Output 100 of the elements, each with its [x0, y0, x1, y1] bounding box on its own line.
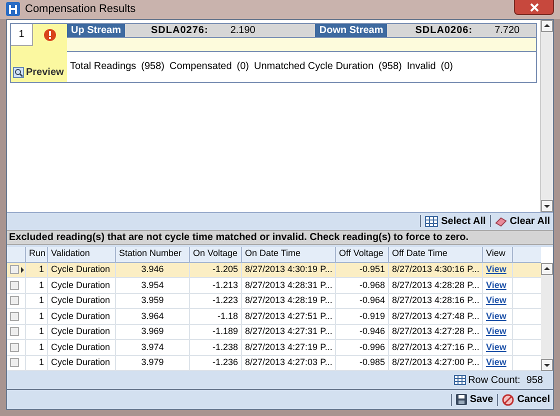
app-icon	[6, 2, 20, 16]
table-cell-text: Cycle Duration	[51, 310, 112, 323]
clear-all-button[interactable]: Clear All	[494, 214, 550, 228]
table-cell-text: 3.964	[140, 310, 165, 322]
close-button[interactable]	[514, 0, 554, 16]
view-link[interactable]: View	[486, 325, 506, 338]
table-cell-text: 8/27/2013 4:28:31 P...	[245, 278, 332, 292]
info-message: Excluded reading(s) that are not cycle time matched or invalid. Check reading(s) to force to zero.	[7, 230, 553, 244]
column-header[interactable]: On Voltage	[190, 246, 242, 262]
table-cell-text: 3.979	[140, 356, 165, 369]
table-cell-text: 8/27/2013 4:30:16 P...	[392, 263, 479, 276]
save-button[interactable]: Save	[456, 392, 494, 407]
table-cell-text: -1.238	[211, 340, 238, 354]
upstream-label: Up Stream	[67, 24, 126, 36]
grid-scrollbar[interactable]	[541, 262, 553, 371]
table-cell-text: 3.974	[140, 340, 165, 354]
vertical-scrollbar[interactable]	[540, 20, 553, 212]
column-header[interactable]: Validation	[48, 246, 116, 262]
alert-icon	[44, 28, 56, 40]
summary-label: Unmatched Cycle Duration	[254, 60, 374, 74]
select-all-button[interactable]: Select All	[425, 214, 486, 228]
table-cell-text: 8/27/2013 4:27:00 P...	[392, 356, 479, 369]
view-link[interactable]: View	[486, 356, 506, 370]
table-cell-text: 1	[38, 278, 44, 292]
table-cell-text: -1.205	[211, 263, 238, 276]
downstream-station: SDLA0206:	[415, 24, 473, 36]
row-count-value: 958	[526, 374, 543, 388]
table-cell-text: 8/27/2013 4:27:03 P...	[245, 356, 332, 369]
table-cell-text: -0.968	[358, 278, 385, 292]
magnifier-icon	[13, 66, 24, 78]
table-cell-text: Cycle Duration	[51, 356, 112, 369]
summary-label: Compensated	[170, 60, 232, 74]
table-cell-text: 1	[38, 340, 44, 354]
summary-count: (0)	[440, 60, 454, 74]
scroll-down-icon[interactable]	[541, 359, 553, 371]
row-checkbox[interactable]	[10, 358, 19, 368]
table-cell-text: Cycle Duration	[51, 263, 112, 276]
table-cell-text: 8/27/2013 4:27:51 P...	[245, 310, 332, 322]
downstream-value: 7.720	[494, 24, 520, 36]
table-cell-text: 8/27/2013 4:27:31 P...	[245, 325, 332, 338]
table-cell-text: 8/27/2013 4:27:16 P...	[392, 340, 479, 354]
preview-button[interactable]: Preview	[11, 64, 67, 82]
scroll-up-icon[interactable]	[541, 262, 553, 274]
row-count-label: Row Count:	[468, 374, 520, 388]
column-header[interactable]: On Date Time	[242, 246, 336, 262]
column-header[interactable]: Off Voltage	[336, 246, 389, 262]
window-title: Compensation Results	[25, 2, 136, 17]
table-cell-text: 1	[38, 310, 44, 322]
table-cell-text: 1	[38, 325, 44, 338]
table-cell-text: Cycle Duration	[51, 278, 112, 292]
table-cell-text: 1	[38, 294, 44, 307]
downstream-label: Down Stream	[315, 24, 388, 36]
table-cell-text: Cycle Duration	[51, 340, 112, 354]
table-cell-text: 3.969	[140, 325, 165, 338]
table-cell-text: -0.919	[358, 310, 385, 322]
cancel-button[interactable]: Cancel	[502, 392, 550, 407]
summary-label: Invalid	[406, 60, 436, 74]
view-link[interactable]: View	[486, 340, 506, 354]
table-cell-text: -0.946	[358, 325, 385, 338]
summary-count: (0)	[236, 60, 250, 74]
row-checkbox[interactable]	[10, 312, 19, 321]
view-link[interactable]: View	[486, 263, 506, 276]
summary-label: Total Readings	[70, 60, 136, 74]
column-header[interactable]: Off Date Time	[389, 246, 483, 262]
summary-count: (958)	[378, 60, 402, 74]
upstream-station: SDLA0276:	[151, 24, 208, 36]
row-checkbox[interactable]	[10, 327, 19, 336]
table-cell-text: Cycle Duration	[51, 325, 112, 338]
table-cell-text: -0.985	[358, 356, 385, 369]
table-cell-text: -0.996	[358, 340, 385, 354]
row-checkbox[interactable]	[10, 342, 19, 352]
grid-icon	[425, 216, 438, 226]
row-checkbox[interactable]	[10, 265, 19, 274]
view-link[interactable]: View	[486, 294, 506, 308]
table-cell-text: -0.964	[358, 294, 385, 307]
view-link[interactable]: View	[486, 278, 506, 292]
table-cell-text: 8/27/2013 4:28:28 P...	[392, 278, 479, 292]
prohibited-icon	[502, 394, 514, 406]
table-cell-text: 8/27/2013 4:28:19 P...	[245, 294, 332, 307]
upstream-value: 2.190	[230, 24, 256, 36]
column-header[interactable]: Run	[26, 246, 48, 262]
table-cell-text: 8/27/2013 4:28:16 P...	[392, 294, 479, 307]
scroll-down-icon[interactable]	[541, 200, 553, 212]
table-cell-text: 8/27/2013 4:27:28 P...	[392, 325, 479, 338]
eraser-icon	[494, 216, 507, 226]
table-cell-text: -1.18	[216, 310, 238, 322]
column-header[interactable]: Station Number	[116, 246, 190, 262]
scroll-up-icon[interactable]	[541, 20, 553, 32]
row-checkbox[interactable]	[10, 296, 19, 306]
table-cell-text: -1.223	[211, 294, 238, 307]
table-cell-text: 8/27/2013 4:27:19 P...	[245, 340, 332, 354]
table-cell-text: 3.946	[140, 263, 165, 276]
close-icon	[530, 2, 538, 12]
column-header[interactable]: View	[483, 246, 513, 262]
row-checkbox[interactable]	[10, 280, 19, 290]
current-row-icon	[21, 266, 24, 273]
table-cell-text: 1	[38, 263, 44, 276]
view-link[interactable]: View	[486, 310, 506, 323]
grid-icon	[454, 375, 466, 385]
table-cell-text: -1.236	[211, 356, 238, 369]
